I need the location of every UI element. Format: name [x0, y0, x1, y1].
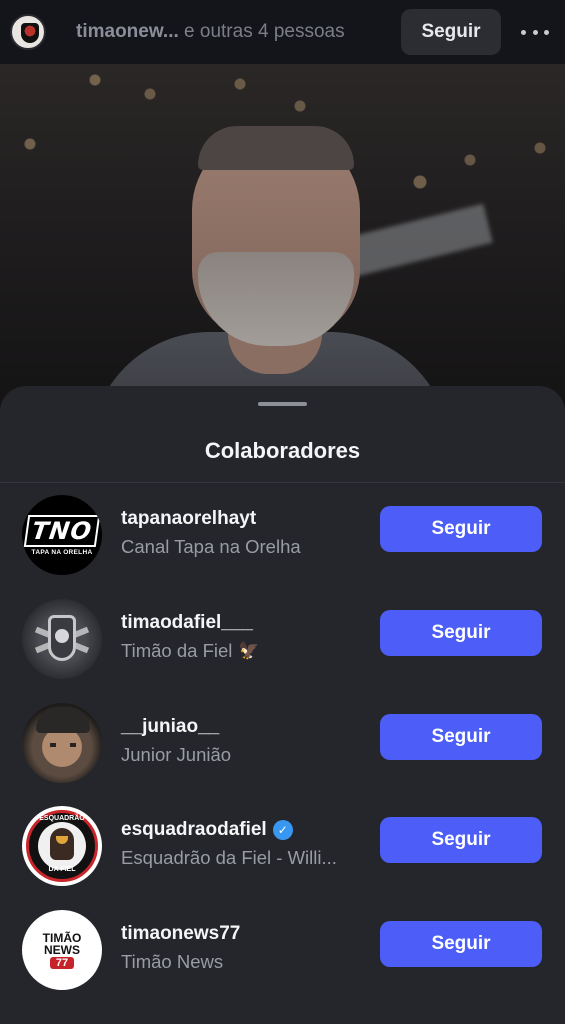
profile-avatar[interactable] — [10, 14, 46, 50]
header-follow-button[interactable]: Seguir — [401, 9, 501, 55]
others-count-text[interactable]: e outras 4 pessoas — [179, 21, 345, 42]
follow-button[interactable]: Seguir — [380, 714, 542, 760]
full-name: Timão News — [121, 951, 224, 972]
avatar[interactable]: ESQUADRÃO DA FIEL — [22, 806, 102, 886]
full-name: Timão da Fiel 🦅 — [121, 638, 361, 664]
sheet-grabber[interactable] — [258, 402, 307, 406]
full-name: Canal Tapa na Orelha — [121, 536, 301, 557]
avatar[interactable]: TNO TAPA NA ORELHA — [22, 495, 102, 575]
collaborator-row[interactable]: TIMÃO NEWS 77 timaonews77 Timão News Seg… — [0, 898, 565, 1002]
username[interactable]: esquadraodafiel ✓ — [121, 817, 361, 843]
collaborators-sheet: Colaboradores TNO TAPA NA ORELHA tapanao… — [0, 386, 565, 1024]
username[interactable]: timaodafiel___ — [121, 610, 361, 636]
full-name: Esquadrão da Fiel - Willi... — [121, 847, 337, 868]
eagle-icon: 🦅 — [238, 641, 260, 660]
crest-icon — [21, 23, 39, 43]
avatar-logo-line: NEWS — [44, 942, 80, 957]
collaborator-row[interactable]: TNO TAPA NA ORELHA tapanaorelhayt Canal … — [0, 483, 565, 587]
sheet-title: Colaboradores — [204, 438, 361, 463]
collaborator-row[interactable]: timaodafiel___ Timão da Fiel 🦅 Seguir — [0, 587, 565, 691]
post-image — [0, 64, 565, 424]
username[interactable]: timaonews77 — [121, 921, 361, 947]
avatar-logo-line: TIMÃO — [42, 930, 82, 945]
avatar-logo-line: 77 — [49, 956, 75, 969]
collaborator-row[interactable]: __juniao__ Junior Junião Seguir — [0, 691, 565, 795]
follow-button[interactable]: Seguir — [380, 506, 542, 552]
avatar-logo-text: ESQUADRÃO — [39, 815, 85, 822]
username[interactable]: tapanaorelhayt — [121, 506, 361, 532]
username[interactable]: __juniao__ — [121, 714, 361, 740]
collaborator-row[interactable]: ESQUADRÃO DA FIEL esquadraodafiel ✓ Esqua… — [0, 794, 565, 898]
avatar-logo-subtext: DA FIEL — [48, 866, 76, 873]
follow-button[interactable]: Seguir — [380, 610, 542, 656]
post-header: timaonew... e outras 4 pessoas Seguir — [0, 0, 565, 64]
follow-button[interactable]: Seguir — [380, 817, 542, 863]
avatar[interactable]: TIMÃO NEWS 77 — [22, 910, 102, 990]
more-horizontal-icon[interactable] — [521, 22, 549, 42]
follow-button[interactable]: Seguir — [380, 921, 542, 967]
avatar-logo-subtext: TAPA NA ORELHA — [31, 548, 93, 556]
full-name: Junior Junião — [121, 744, 232, 765]
verified-badge-icon: ✓ — [272, 820, 293, 840]
post-author-title[interactable]: timaonew... e outras 4 pessoas — [76, 21, 401, 43]
avatar[interactable] — [22, 703, 102, 783]
avatar-logo-text: TNO — [23, 514, 101, 547]
author-name[interactable]: timaonew... — [76, 21, 179, 42]
avatar[interactable] — [22, 599, 102, 679]
